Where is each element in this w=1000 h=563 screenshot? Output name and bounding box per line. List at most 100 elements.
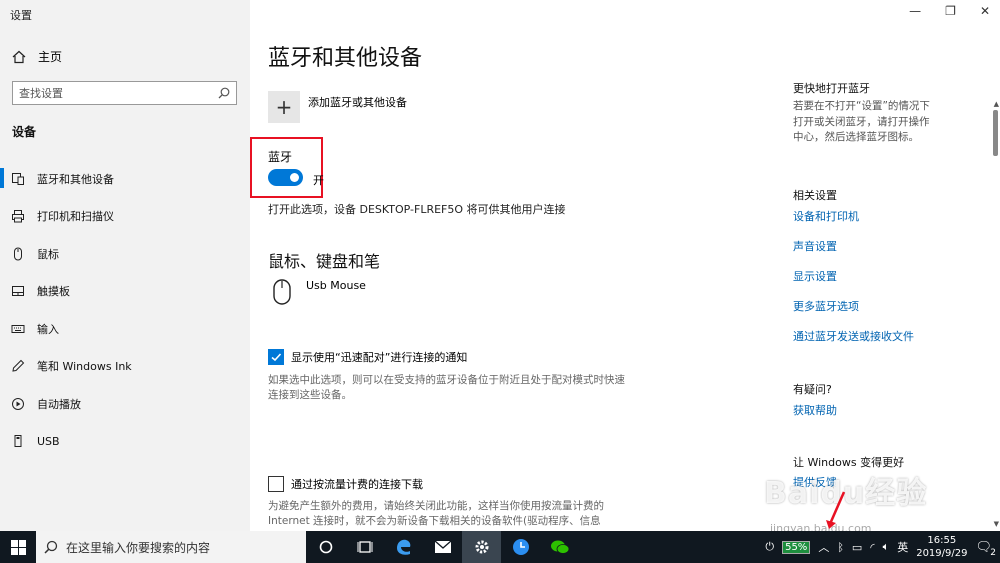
link-devices-printers[interactable]: 设备和打印机 xyxy=(793,208,933,224)
sidebar-item-label: 打印机和扫描仪 xyxy=(37,210,114,224)
metered-label: 通过按流量计费的连接下载 xyxy=(291,478,423,491)
edge-browser-icon[interactable] xyxy=(384,531,423,563)
scroll-up-icon[interactable]: ▲ xyxy=(994,100,999,108)
link-bluetooth-transfer[interactable]: 通过蓝牙发送或接收文件 xyxy=(793,328,933,344)
bluetooth-label: 蓝牙 xyxy=(268,150,293,164)
peripherals-heading: 鼠标、键盘和笔 xyxy=(268,252,381,271)
taskbar: 在这里输入你要搜索的内容 ⏻ 55% ︿ ᛒ ▭ ◜ 🔈︎ 英 16:55 20… xyxy=(0,531,1000,563)
quick-open-text: 若要在不打开“设置”的情况下打开或关闭蓝牙，请打开操作中心，然后选择蓝牙图标。 xyxy=(793,100,930,143)
mouse-icon xyxy=(10,246,26,262)
task-view-icon[interactable] xyxy=(345,531,384,563)
sidebar-item-label: 输入 xyxy=(37,322,59,336)
link-more-bluetooth[interactable]: 更多蓝牙选项 xyxy=(793,298,933,314)
search-icon xyxy=(218,87,230,99)
autoplay-icon xyxy=(10,396,26,412)
scrollbar-thumb[interactable] xyxy=(993,110,998,156)
related-settings-title: 相关设置 xyxy=(793,189,837,202)
mouse-device-icon xyxy=(273,279,291,305)
taskbar-search-placeholder: 在这里输入你要搜索的内容 xyxy=(66,540,211,555)
home-label: 主页 xyxy=(38,50,63,64)
device-usb-mouse[interactable]: Usb Mouse xyxy=(272,279,366,305)
sidebar-item-label: USB xyxy=(37,434,60,448)
bluetooth-tray-icon[interactable]: ᛒ xyxy=(837,541,844,554)
settings-gear-icon[interactable] xyxy=(462,531,501,563)
sidebar-nav: 蓝牙和其他设备 打印机和扫描仪 鼠标 触摸板 输入 笔和 Windows Ink… xyxy=(0,160,250,460)
sidebar-item-mouse[interactable]: 鼠标 xyxy=(0,235,250,273)
sidebar: 设置 主页 查找设置 设备 蓝牙和其他设备 打印机和扫描仪 鼠标 触摸板 输入 xyxy=(0,0,250,531)
settings-search-input[interactable]: 查找设置 xyxy=(12,81,237,105)
device-name: Usb Mouse xyxy=(306,279,366,292)
sidebar-item-printers[interactable]: 打印机和扫描仪 xyxy=(0,198,250,236)
red-arrow-icon xyxy=(826,491,846,529)
help-title: 有疑问? xyxy=(793,383,832,396)
pen-icon xyxy=(10,358,26,374)
start-button[interactable] xyxy=(0,531,36,563)
bluetooth-state-label: 开 xyxy=(313,174,324,187)
window-title: 设置 xyxy=(10,9,32,22)
link-sound-settings[interactable]: 声音设置 xyxy=(793,238,933,254)
printer-icon xyxy=(10,208,26,224)
touchpad-icon xyxy=(10,283,26,299)
sidebar-item-label: 鼠标 xyxy=(37,247,59,261)
discoverable-text: 打开此选项，设备 DESKTOP-FLREF5O 将可供其他用户连接 xyxy=(268,203,566,216)
mail-icon[interactable] xyxy=(423,531,462,563)
cortana-icon[interactable] xyxy=(306,531,345,563)
sidebar-item-label: 触摸板 xyxy=(37,285,70,299)
sidebar-item-label: 笔和 Windows Ink xyxy=(37,360,132,374)
wifi-icon[interactable]: ◜ xyxy=(870,541,874,554)
get-help-link[interactable]: 获取帮助 xyxy=(793,402,933,418)
system-tray: ⏻ 55% ︿ ᛒ ▭ ◜ 🔈︎ 英 16:55 2019/9/29 🗨︎ 2 xyxy=(765,531,1000,563)
quick-open-title: 更快地打开蓝牙 xyxy=(793,82,870,95)
taskbar-clock[interactable]: 16:55 2019/9/29 xyxy=(916,534,967,560)
search-placeholder: 查找设置 xyxy=(19,87,63,100)
wechat-icon[interactable] xyxy=(540,531,579,563)
power-plug-icon[interactable]: ⏻ xyxy=(765,540,774,554)
sidebar-item-pen[interactable]: 笔和 Windows Ink xyxy=(0,348,250,386)
sidebar-item-bluetooth[interactable]: 蓝牙和其他设备 xyxy=(0,160,250,198)
windows-icon xyxy=(10,539,26,555)
battery-percent[interactable]: 55% xyxy=(782,540,811,554)
notification-count: 2 xyxy=(990,547,996,558)
section-heading: 设备 xyxy=(12,125,37,139)
home-link[interactable]: 主页 xyxy=(12,48,62,65)
battery-tray-icon[interactable]: ▭ xyxy=(852,541,862,554)
notification-center-icon[interactable]: 🗨︎ 2 xyxy=(975,540,996,558)
ime-indicator[interactable]: 英 xyxy=(897,539,908,555)
add-device-button[interactable]: + 添加蓝牙或其他设备 xyxy=(268,91,407,123)
metered-description: 为避免产生额外的费用，请始终关闭此功能，这样当你使用按流量计费的 Interne… xyxy=(268,500,604,527)
sidebar-item-touchpad[interactable]: 触摸板 xyxy=(0,273,250,311)
sidebar-item-label: 自动播放 xyxy=(37,397,81,411)
maximize-icon[interactable]: ❐ xyxy=(945,4,956,18)
volume-muted-icon[interactable]: 🔈︎ xyxy=(883,540,890,554)
sidebar-item-usb[interactable]: USB xyxy=(0,423,250,461)
window-controls: — ❐ ✕ xyxy=(909,4,990,18)
add-device-label: 添加蓝牙或其他设备 xyxy=(308,96,407,109)
clock-time: 16:55 xyxy=(927,535,957,546)
keyboard-icon xyxy=(10,321,26,337)
bluetooth-devices-icon xyxy=(10,171,26,187)
swift-pair-checkbox-row[interactable]: 显示使用“迅速配对”进行连接的通知 xyxy=(268,349,467,365)
sidebar-item-autoplay[interactable]: 自动播放 xyxy=(0,385,250,423)
plus-icon: + xyxy=(268,91,300,123)
taskbar-search-box[interactable]: 在这里输入你要搜索的内容 xyxy=(36,531,306,563)
usb-icon xyxy=(10,433,26,449)
sidebar-item-label: 蓝牙和其他设备 xyxy=(37,172,114,186)
clock-app-icon[interactable] xyxy=(501,531,540,563)
close-icon[interactable]: ✕ xyxy=(980,4,990,18)
scroll-down-icon[interactable]: ▼ xyxy=(994,520,999,528)
page-title: 蓝牙和其他设备 xyxy=(268,46,423,71)
home-icon xyxy=(12,50,26,63)
tray-chevron-icon[interactable]: ︿ xyxy=(818,539,829,555)
sidebar-item-typing[interactable]: 输入 xyxy=(0,310,250,348)
toggle-knob xyxy=(290,173,299,182)
bluetooth-highlight-box xyxy=(250,137,323,198)
metered-checkbox[interactable] xyxy=(268,476,284,492)
metered-checkbox-row[interactable]: 通过按流量计费的连接下载 xyxy=(268,476,423,492)
minimize-icon[interactable]: — xyxy=(909,4,921,18)
checkmark-icon xyxy=(271,353,282,362)
swift-pair-description: 如果选中此选项，则可以在受支持的蓝牙设备位于附近且处于配对模式时快速连接到这些设… xyxy=(268,374,625,401)
swift-pair-checkbox[interactable] xyxy=(268,349,284,365)
link-display-settings[interactable]: 显示设置 xyxy=(793,268,933,284)
search-icon xyxy=(44,540,58,554)
bluetooth-toggle[interactable] xyxy=(268,169,303,186)
